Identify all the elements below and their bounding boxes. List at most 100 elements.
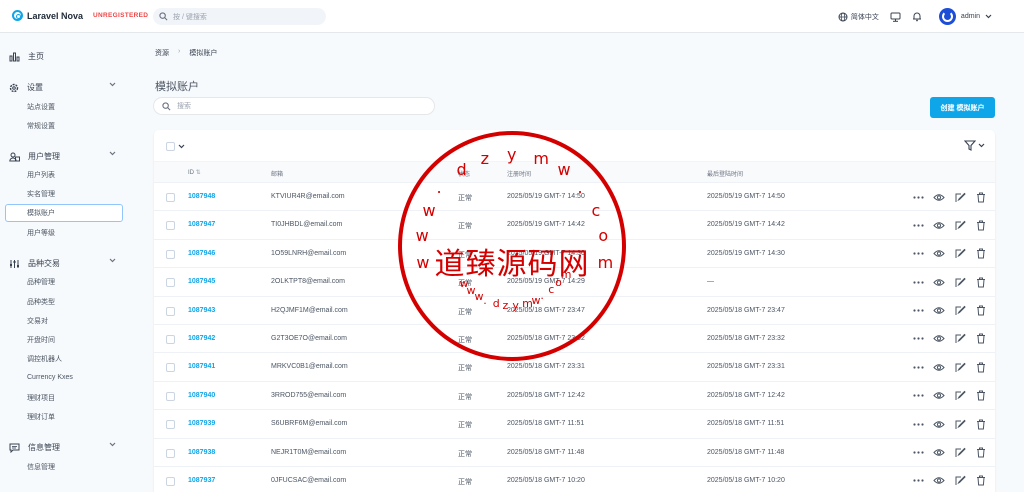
row-checkbox[interactable] (166, 249, 175, 259)
language-switcher[interactable]: 简体中文 (838, 12, 879, 22)
more-actions-icon[interactable] (912, 333, 924, 345)
more-actions-icon[interactable] (912, 305, 924, 317)
row-checkbox[interactable] (166, 476, 175, 486)
view-icon[interactable] (933, 305, 945, 317)
row-id-link[interactable]: 1087937 (188, 477, 215, 484)
row-id-link[interactable]: 1087942 (188, 335, 215, 342)
delete-icon[interactable] (975, 475, 987, 487)
view-icon[interactable] (933, 276, 945, 288)
sidebar-item-kyc[interactable]: 实名管理 (27, 189, 55, 199)
sidebar-item-messages[interactable]: 信息管理 (27, 462, 55, 472)
row-checkbox[interactable] (166, 363, 175, 373)
row-id-link[interactable]: 1087945 (188, 278, 215, 285)
global-search-input[interactable]: 按 / 键搜索 (153, 8, 326, 25)
sidebar-item-currency-kxes[interactable]: Currency Kxes (27, 374, 73, 381)
sidebar-group-settings[interactable]: 设置 (9, 82, 116, 93)
edit-icon[interactable] (954, 447, 966, 459)
more-actions-icon[interactable] (912, 418, 924, 430)
view-icon[interactable] (933, 447, 945, 459)
more-actions-icon[interactable] (912, 361, 924, 373)
row-checkbox[interactable] (166, 193, 175, 202)
delete-icon[interactable] (975, 333, 987, 345)
view-icon[interactable] (933, 248, 945, 260)
select-all-checkbox[interactable] (166, 142, 175, 151)
sidebar-item-products[interactable]: 品种管理 (27, 277, 55, 287)
row-id-link[interactable]: 1087943 (188, 307, 215, 314)
view-icon[interactable] (933, 390, 945, 402)
row-id-link[interactable]: 1087940 (188, 392, 215, 399)
delete-icon[interactable] (975, 390, 987, 402)
sidebar-item-finance-orders[interactable]: 理财订单 (27, 412, 55, 422)
more-actions-icon[interactable] (912, 276, 924, 288)
sidebar-group-users[interactable]: 用户管理 (9, 151, 116, 162)
edit-icon[interactable] (954, 333, 966, 345)
edit-icon[interactable] (954, 191, 966, 203)
more-actions-icon[interactable] (912, 191, 924, 203)
table-row[interactable]: 1087948 KTVIUR4R@email.com 正常 2025/05/19 GM… (154, 183, 995, 212)
row-checkbox[interactable] (166, 420, 175, 430)
delete-icon[interactable] (975, 248, 987, 260)
delete-icon[interactable] (975, 361, 987, 373)
monitor-icon[interactable] (890, 12, 901, 22)
edit-icon[interactable] (954, 361, 966, 373)
more-actions-icon[interactable] (912, 248, 924, 260)
resource-search-input[interactable]: 搜索 (153, 97, 435, 115)
view-icon[interactable] (933, 418, 945, 430)
table-row[interactable]: 1087945 2OLKTPT8@email.com 正常 2025/05/19 GM… (154, 268, 995, 297)
sidebar-item-product-types[interactable]: 品种类型 (27, 297, 55, 307)
table-row[interactable]: 1087942 G2T3OE7O@email.com 正常 2025/05/18 GM… (154, 325, 995, 354)
row-checkbox[interactable] (166, 334, 175, 344)
sidebar-item-site-settings[interactable]: 站点设置 (27, 102, 55, 112)
sidebar-group-messages[interactable]: 信息管理 (9, 442, 116, 453)
sidebar-group-trading[interactable]: 品种交易 (9, 258, 116, 269)
brand-logo[interactable]: Laravel Nova UNREGISTERED (12, 10, 148, 21)
edit-icon[interactable] (954, 305, 966, 317)
table-row[interactable]: 1087937 0JFUCSAC@email.com 正常 2025/05/18 GM… (154, 467, 995, 492)
row-checkbox[interactable] (166, 391, 175, 401)
row-checkbox[interactable] (166, 448, 175, 458)
table-row[interactable]: 1087940 3RROD755@email.com 正常 2025/05/18 GM… (154, 382, 995, 411)
filter-button[interactable] (964, 140, 985, 151)
row-id-link[interactable]: 1087947 (188, 221, 215, 228)
more-actions-icon[interactable] (912, 475, 924, 487)
view-icon[interactable] (933, 191, 945, 203)
row-id-link[interactable]: 1087941 (188, 363, 215, 370)
row-id-link[interactable]: 1087946 (188, 250, 215, 257)
sidebar-item-finance-projects[interactable]: 理财项目 (27, 393, 55, 403)
more-actions-icon[interactable] (912, 219, 924, 231)
row-id-link[interactable]: 1087948 (188, 193, 215, 200)
row-checkbox[interactable] (166, 306, 175, 316)
view-icon[interactable] (933, 361, 945, 373)
view-icon[interactable] (933, 219, 945, 231)
row-id-link[interactable]: 1087938 (188, 449, 215, 456)
edit-icon[interactable] (954, 219, 966, 231)
user-menu[interactable]: admin (938, 8, 992, 25)
view-icon[interactable] (933, 475, 945, 487)
edit-icon[interactable] (954, 276, 966, 288)
sidebar-item-home[interactable]: 主页 (9, 51, 44, 62)
delete-icon[interactable] (975, 276, 987, 288)
table-row[interactable]: 1087941 MRKVC0B1@email.com 正常 2025/05/18 GM… (154, 353, 995, 382)
delete-icon[interactable] (975, 305, 987, 317)
column-id[interactable]: ID ⇅ (188, 169, 201, 176)
sidebar-item-control-bots[interactable]: 调控机器人 (27, 354, 62, 364)
bell-icon[interactable] (912, 11, 922, 22)
edit-icon[interactable] (954, 248, 966, 260)
sidebar-item-pairs[interactable]: 交易对 (27, 316, 48, 326)
delete-icon[interactable] (975, 418, 987, 430)
row-checkbox[interactable] (166, 278, 175, 288)
row-id-link[interactable]: 1087939 (188, 420, 215, 427)
table-row[interactable]: 1087943 H2QJMF1M@email.com 正常 2025/05/18 GM… (154, 297, 995, 325)
select-all-dropdown[interactable] (166, 142, 185, 151)
edit-icon[interactable] (954, 390, 966, 402)
sidebar-item-demo-accounts[interactable]: 模拟账户 (5, 204, 123, 222)
edit-icon[interactable] (954, 475, 966, 487)
table-row[interactable]: 1087938 NEJR1T0M@email.com 正常 2025/05/18 GM… (154, 439, 995, 467)
edit-icon[interactable] (954, 418, 966, 430)
delete-icon[interactable] (975, 219, 987, 231)
sidebar-item-trading-hours[interactable]: 开盘时间 (27, 335, 55, 345)
view-icon[interactable] (933, 333, 945, 345)
sidebar-item-user-list[interactable]: 用户列表 (27, 170, 55, 180)
create-demo-account-button[interactable]: 创建 模拟账户 (930, 97, 995, 118)
delete-icon[interactable] (975, 191, 987, 203)
